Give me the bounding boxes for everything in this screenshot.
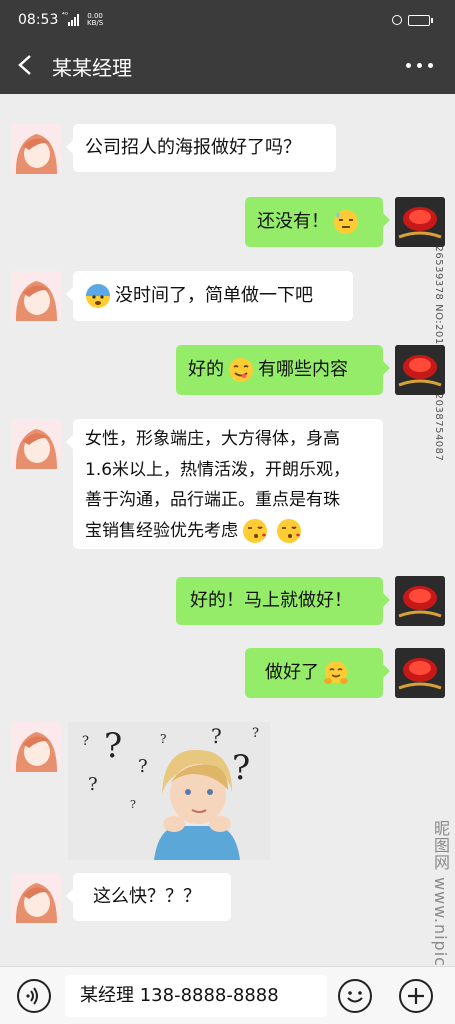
message-bubble[interactable]: 好的！马上就做好！: [176, 577, 390, 625]
rotation-lock-icon: [392, 15, 402, 25]
message-text-after: 有哪些内容: [258, 359, 348, 380]
anxious-sweat-face-icon: [86, 284, 110, 308]
contact-avatar[interactable]: [11, 124, 61, 174]
status-bar: 08:53 ⁴ᴳ 0.00 KB/S: [0, 0, 455, 40]
question-mark: ?: [82, 734, 89, 749]
contact-avatar[interactable]: [11, 419, 61, 469]
chevron-left-icon[interactable]: [14, 50, 38, 80]
message-line: 1.6米以上，热情活泼，开朗乐观，: [85, 459, 351, 480]
kiss-face-icon: [243, 518, 267, 543]
network-speed: 0.00 KB/S: [87, 13, 103, 27]
message-line: 女性，形象端庄，大方得体，身高: [85, 429, 340, 449]
question-mark: ?: [104, 726, 123, 766]
message-text: 好的！马上就做好！: [190, 590, 352, 611]
message-text: 没时间了，简单做一下吧: [115, 285, 313, 306]
message-text: 这么快？？？: [93, 886, 201, 907]
chat-title: 某某经理: [52, 56, 132, 80]
question-mark: ?: [88, 774, 98, 795]
message-bubble[interactable]: 女性，形象端庄，大方得体，身高 1.6米以上，热情活泼，开朗乐观， 善于沟通，品…: [66, 419, 383, 549]
signal-icon: [68, 14, 79, 26]
kiss-face-icon: [277, 518, 301, 543]
self-avatar[interactable]: [395, 345, 445, 395]
emoji-icon[interactable]: [338, 979, 372, 1013]
network-speed-unit: KB/S: [87, 19, 104, 27]
question-mark: ?: [252, 726, 259, 741]
image-message[interactable]: ? ? ? ? ? ? ? ? ?: [68, 722, 270, 860]
sweat-face-icon: [334, 210, 358, 234]
battery-icon: [408, 15, 433, 26]
message-bubble[interactable]: 还没有！: [245, 197, 390, 247]
contact-avatar[interactable]: [11, 722, 61, 772]
chat-header: 某某经理: [0, 40, 455, 94]
self-avatar[interactable]: [395, 576, 445, 626]
more-dots-icon[interactable]: [404, 61, 436, 71]
message-line: 善于沟通，品行端正。重点是有珠: [85, 490, 340, 510]
plus-icon[interactable]: [399, 979, 433, 1013]
message-bubble[interactable]: 这么快？？？: [66, 873, 231, 921]
message-text-before: 好的: [188, 359, 224, 380]
contact-avatar[interactable]: [11, 271, 61, 321]
message-bubble[interactable]: 做好了: [245, 648, 390, 698]
question-mark: ?: [138, 756, 148, 777]
message-bubble[interactable]: 没时间了，简单做一下吧: [66, 271, 353, 321]
self-avatar[interactable]: [395, 648, 445, 698]
voice-icon[interactable]: [17, 979, 51, 1013]
message-text: 还没有！: [257, 211, 329, 232]
message-line: 宝销售经验优先考虑: [85, 520, 238, 541]
message-input[interactable]: 某经理 138-8888-8888: [65, 975, 327, 1017]
contact-avatar[interactable]: [11, 873, 61, 923]
status-time: 08:53: [18, 12, 59, 28]
message-bubble[interactable]: 公司招人的海报做好了吗？: [66, 124, 336, 172]
self-avatar[interactable]: [395, 197, 445, 247]
message-text: 做好了: [265, 662, 319, 683]
message-text: 公司招人的海报做好了吗？: [85, 137, 301, 158]
hug-face-icon: [324, 661, 348, 684]
yum-face-icon: [229, 358, 253, 382]
question-mark: ?: [130, 798, 136, 811]
message-bubble[interactable]: 好的 有哪些内容: [176, 345, 390, 395]
child-image: [154, 749, 240, 860]
chat-input-bar: 某经理 138-8888-8888: [0, 966, 455, 1024]
